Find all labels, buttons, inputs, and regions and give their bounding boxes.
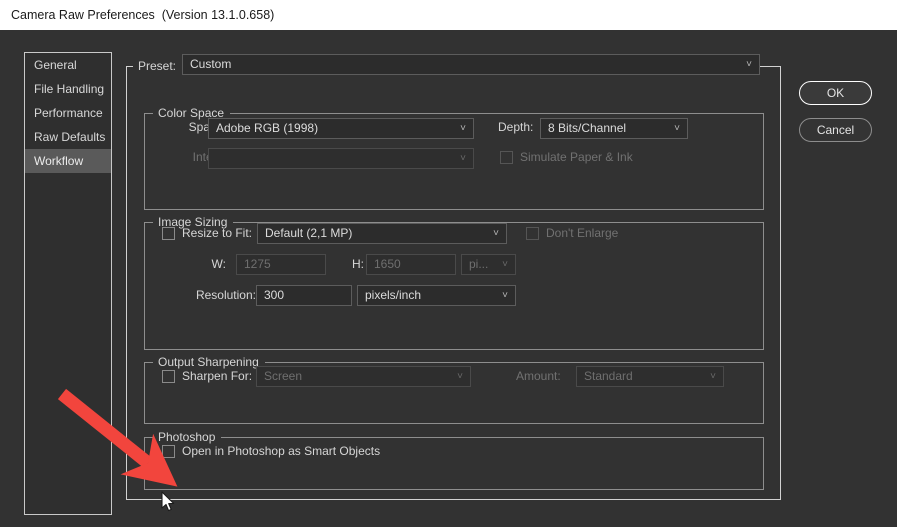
resolution-value: 300	[264, 288, 285, 302]
height-input: 1650	[366, 254, 456, 275]
resize-to-fit-select[interactable]: Default (2,1 MP) ˅	[257, 223, 507, 244]
size-unit-value: pi...	[469, 257, 489, 271]
depth-select[interactable]: 8 Bits/Channel ˅	[540, 118, 688, 139]
resolution-label: Resolution:	[195, 288, 256, 302]
resize-to-fit-checkbox[interactable]	[162, 227, 175, 240]
chevron-down-icon: ˅	[502, 259, 508, 270]
chevron-down-icon: ˅	[460, 153, 466, 164]
amount-value: Standard	[584, 369, 633, 383]
dont-enlarge-label: Don't Enlarge	[546, 226, 619, 240]
depth-label: Depth:	[498, 120, 534, 134]
sharpen-for-value: Screen	[264, 369, 303, 383]
dont-enlarge-checkbox	[526, 227, 539, 240]
chevron-down-icon: ˅	[493, 228, 499, 239]
sidebar-item-general[interactable]: General	[25, 53, 111, 77]
sharpen-for-label: Sharpen For:	[182, 369, 253, 383]
chevron-down-icon: ˅	[674, 123, 680, 134]
cancel-button[interactable]: Cancel	[799, 118, 872, 142]
chevron-down-icon: ˅	[502, 290, 508, 301]
height-label: H:	[352, 257, 364, 271]
resolution-unit-select[interactable]: pixels/inch ˅	[357, 285, 516, 306]
resize-to-fit-label: Resize to Fit:	[182, 226, 253, 240]
window-title-bar: Camera Raw Preferences (Version 13.1.0.6…	[0, 0, 897, 30]
width-label: W:	[211, 257, 226, 271]
camera-raw-preferences-dialog: General File Handling Performance Raw De…	[0, 30, 897, 527]
preset-select[interactable]: Custom ˅	[182, 54, 760, 75]
workflow-settings-panel: Preset: Custom ˅ Color Space Space: Adob…	[126, 54, 781, 500]
sidebar-item-performance[interactable]: Performance	[25, 101, 111, 125]
chevron-down-icon: ˅	[457, 371, 463, 382]
resolution-input[interactable]: 300	[256, 285, 352, 306]
sidebar-item-raw-defaults[interactable]: Raw Defaults	[25, 125, 111, 149]
preferences-category-list[interactable]: General File Handling Performance Raw De…	[24, 52, 112, 515]
depth-value: 8 Bits/Channel	[548, 121, 627, 135]
intent-select: ˅	[208, 148, 474, 169]
chevron-down-icon: ˅	[460, 123, 466, 134]
open-as-smart-objects-label: Open in Photoshop as Smart Objects	[182, 444, 381, 458]
amount-select: Standard ˅	[576, 366, 724, 387]
sharpen-for-checkbox[interactable]	[162, 370, 175, 383]
chevron-down-icon: ˅	[710, 371, 716, 382]
amount-label: Amount:	[516, 369, 561, 383]
simulate-paper-and-ink-label: Simulate Paper & Ink	[520, 150, 633, 164]
open-as-smart-objects-checkbox[interactable]	[162, 445, 175, 458]
window-title: Camera Raw Preferences (Version 13.1.0.6…	[11, 8, 275, 22]
preset-label: Preset:	[133, 60, 183, 72]
space-value: Adobe RGB (1998)	[216, 121, 319, 135]
simulate-paper-and-ink-checkbox	[500, 151, 513, 164]
preset-value: Custom	[190, 57, 232, 71]
width-value: 1275	[244, 257, 271, 271]
chevron-down-icon: ˅	[746, 59, 752, 70]
resize-to-fit-value: Default (2,1 MP)	[265, 226, 353, 240]
width-input: 1275	[236, 254, 326, 275]
sharpen-for-select: Screen ˅	[256, 366, 471, 387]
space-select[interactable]: Adobe RGB (1998) ˅	[208, 118, 474, 139]
ok-button[interactable]: OK	[799, 81, 872, 105]
height-value: 1650	[374, 257, 401, 271]
sidebar-item-file-handling[interactable]: File Handling	[25, 77, 111, 101]
sidebar-item-workflow[interactable]: Workflow	[25, 149, 111, 173]
resolution-unit-value: pixels/inch	[365, 288, 422, 302]
size-unit-select: pi... ˅	[461, 254, 516, 275]
